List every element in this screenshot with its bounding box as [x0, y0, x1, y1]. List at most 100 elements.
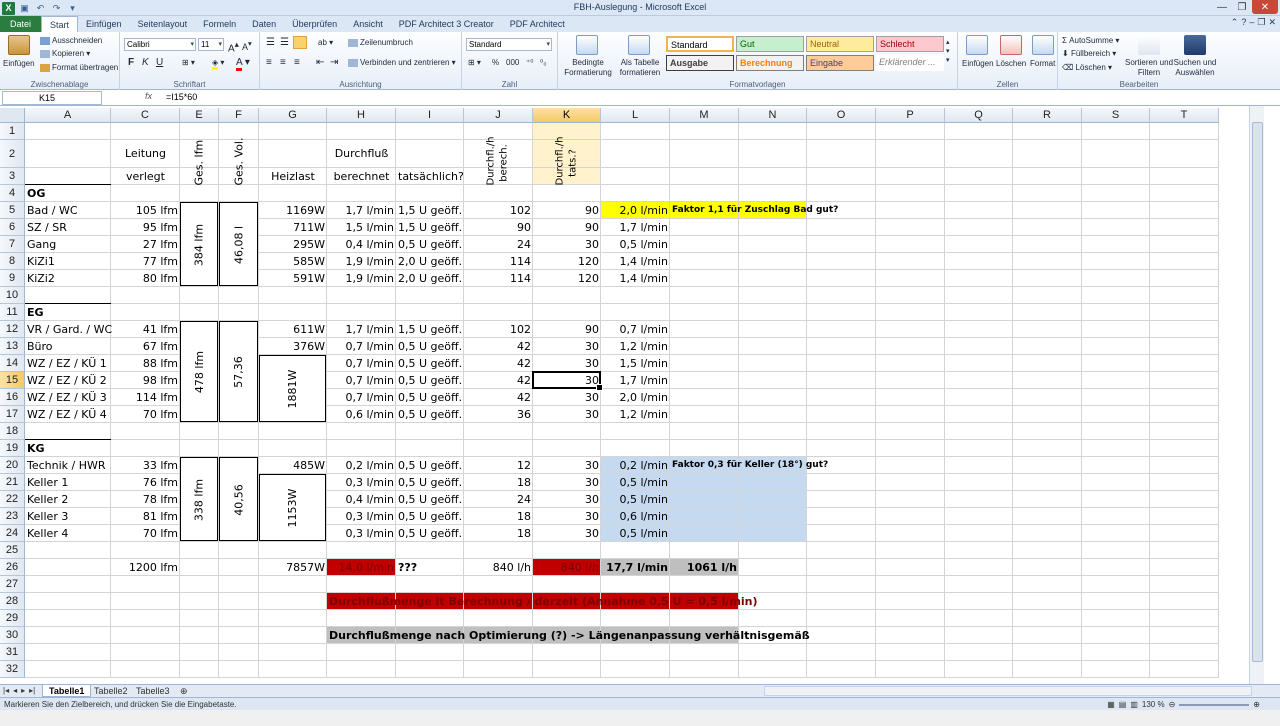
row-header[interactable]: 20	[0, 457, 25, 474]
room-name[interactable]: Technik / HWR	[25, 457, 111, 474]
note-og[interactable]: Faktor 1,1 für Zuschlag Bad gut?	[670, 202, 838, 219]
tab-0[interactable]: Datei	[0, 16, 42, 32]
format-cells-icon[interactable]	[1032, 35, 1054, 55]
sort-filter-icon[interactable]	[1138, 35, 1160, 55]
room-length[interactable]: 88 lfm	[111, 355, 180, 372]
align-middle-icon[interactable]: ☰	[280, 38, 289, 48]
room-length[interactable]: 76 lfm	[111, 474, 180, 491]
col-header[interactable]: Q	[945, 108, 1013, 123]
col-header[interactable]: I	[396, 108, 464, 123]
room-flow-opt[interactable]: 0,5 l/min	[601, 236, 670, 253]
col-header[interactable]: L	[601, 108, 670, 123]
tab-1[interactable]: Start	[41, 16, 79, 32]
col-header[interactable]: T	[1150, 108, 1219, 123]
room-valve[interactable]: 0,5 U geöff.	[396, 525, 464, 542]
next-sheet-icon[interactable]: ▸	[21, 685, 25, 697]
room-length[interactable]: 67 lfm	[111, 338, 180, 355]
col-header[interactable]: K	[533, 108, 601, 123]
new-sheet-icon[interactable]: ⊕	[174, 685, 194, 697]
room-flow-opt[interactable]: 2,0 l/min	[601, 389, 670, 406]
col-header[interactable]: F	[219, 108, 259, 123]
row-header[interactable]: 7	[0, 236, 25, 253]
restore-icon[interactable]: ❐	[1232, 0, 1252, 14]
prev-sheet-icon[interactable]: ◂	[13, 685, 17, 697]
row-header[interactable]: 12	[0, 321, 25, 338]
note-kg[interactable]: Faktor 0,3 für Keller (18°) gut?	[670, 457, 828, 474]
room-flow-opt[interactable]: 1,7 l/min	[601, 372, 670, 389]
horizontal-scrollbar[interactable]	[764, 686, 1252, 696]
room-flow-h-actual[interactable]: 90	[533, 321, 601, 338]
tab-8[interactable]: PDF Architect 3 Creator	[391, 16, 502, 32]
room-flow-calc[interactable]: 1,7 l/min	[327, 202, 396, 219]
conditional-format-button[interactable]: Bedingte Formatierung	[560, 58, 616, 78]
row-header[interactable]: 17	[0, 406, 25, 423]
active-cell-k15[interactable]	[532, 371, 603, 391]
room-valve[interactable]: 0,5 U geöff.	[396, 355, 464, 372]
fill-button[interactable]: ⬇ Füllbereich ▾	[1062, 49, 1116, 59]
col-header[interactable]: M	[670, 108, 739, 123]
row-header[interactable]: 3	[0, 168, 25, 185]
bold-icon[interactable]: F	[128, 58, 134, 68]
room-flow-h-calc[interactable]: 36	[464, 406, 533, 423]
sheet-tab-1[interactable]: Tabelle1	[42, 685, 92, 697]
first-sheet-icon[interactable]: |◂	[3, 685, 9, 697]
row-header[interactable]: 5	[0, 202, 25, 219]
room-name[interactable]: WZ / EZ / KÜ 3	[25, 389, 111, 406]
room-flow-calc[interactable]: 0,7 l/min	[327, 355, 396, 372]
room-flow-calc[interactable]: 0,3 l/min	[327, 474, 396, 491]
room-valve[interactable]: 0,5 U geöff.	[396, 406, 464, 423]
row-header[interactable]: 24	[0, 525, 25, 542]
decrease-decimal-icon[interactable]: ⁰₀	[540, 58, 547, 68]
percent-button[interactable]: %	[492, 58, 499, 68]
room-valve[interactable]: 0,5 U geöff.	[396, 372, 464, 389]
last-sheet-icon[interactable]: ▸|	[29, 685, 35, 697]
total-flow-h-opt[interactable]: 1061 l/h	[670, 559, 739, 576]
room-name[interactable]: VR / Gard. / WC	[25, 321, 112, 338]
room-flow-h-actual[interactable]: 120	[533, 270, 601, 287]
style-eingabe[interactable]: Eingabe	[806, 55, 874, 71]
format-cells-button[interactable]: Format	[1030, 59, 1055, 69]
row-header[interactable]: 15	[0, 372, 25, 389]
room-flow-calc[interactable]: 1,5 l/min	[327, 219, 396, 236]
tab-5[interactable]: Daten	[244, 16, 284, 32]
room-length[interactable]: 81 lfm	[111, 508, 180, 525]
total-unknown[interactable]: ???	[396, 559, 464, 576]
room-flow-h-actual[interactable]: 30	[533, 525, 601, 542]
room-length[interactable]: 27 lfm	[111, 236, 180, 253]
total-flow-h-actual[interactable]: 840 l/h	[533, 559, 601, 576]
room-flow-h-actual[interactable]: 30	[533, 338, 601, 355]
room-flow-h-actual[interactable]: 90	[533, 202, 601, 219]
room-flow-h-calc[interactable]: 102	[464, 202, 533, 219]
room-flow-h-calc[interactable]: 18	[464, 525, 533, 542]
room-flow-opt[interactable]: 1,2 l/min	[601, 406, 670, 423]
total-flow-opt[interactable]: 17,7 l/min	[601, 559, 670, 576]
row-header[interactable]: 6	[0, 219, 25, 236]
number-format-combo[interactable]: Standard	[466, 38, 552, 51]
room-flow-calc[interactable]: 0,3 l/min	[327, 525, 396, 542]
room-length[interactable]: 95 lfm	[111, 219, 180, 236]
style-gut[interactable]: Gut	[736, 36, 804, 52]
row-header[interactable]: 9	[0, 270, 25, 287]
align-top-icon[interactable]: ☰	[266, 38, 275, 48]
room-valve[interactable]: 0,5 U geöff.	[396, 338, 464, 355]
zoom-slider[interactable]	[1179, 703, 1250, 706]
col-header[interactable]: C	[111, 108, 180, 123]
room-name[interactable]: KiZi2	[25, 270, 111, 287]
row-header[interactable]: 13	[0, 338, 25, 355]
row-header[interactable]: 25	[0, 542, 25, 559]
room-valve[interactable]: 1,5 U geöff.	[396, 321, 464, 338]
col-header[interactable]: A	[25, 108, 111, 123]
row-header[interactable]: 28	[0, 593, 25, 610]
room-heizlast[interactable]: 295W	[259, 236, 327, 253]
total-flow-h-calc[interactable]: 840 l/h	[464, 559, 533, 576]
room-flow-h-actual[interactable]: 120	[533, 253, 601, 270]
room-name[interactable]: Bad / WC	[25, 202, 111, 219]
paste-icon[interactable]	[8, 35, 30, 55]
room-flow-calc[interactable]: 0,3 l/min	[327, 508, 396, 525]
room-name[interactable]: SZ / SR	[25, 219, 111, 236]
col-header[interactable]: E	[180, 108, 219, 123]
col-header[interactable]: J	[464, 108, 533, 123]
room-length[interactable]: 114 lfm	[111, 389, 180, 406]
insert-cells-icon[interactable]	[966, 35, 988, 55]
thousands-button[interactable]: 000	[506, 58, 519, 68]
